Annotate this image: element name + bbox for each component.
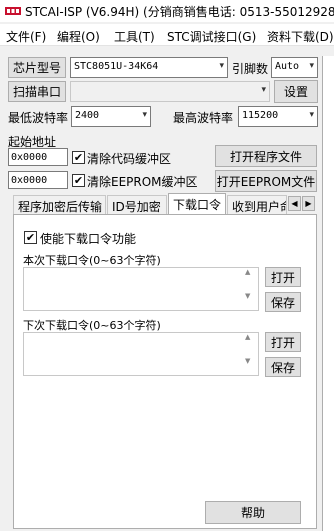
clear-eeprom-buffer-checkbox[interactable]: ✔ [72, 174, 85, 187]
chevron-down-icon: ▾ [142, 110, 147, 120]
clear-code-buffer-checkbox[interactable]: ✔ [72, 151, 85, 164]
current-password-input[interactable] [23, 267, 259, 311]
min-baud-label: 最低波特率 [8, 111, 69, 125]
next-open-button[interactable]: 打开 [265, 332, 301, 352]
chip-model-label[interactable]: 芯片型号 [8, 57, 66, 78]
pin-count-select[interactable]: Auto ▾ [271, 57, 318, 78]
window-title: STCAI-ISP (V6.94H) (分销商销售电话: 0513-550129… [25, 5, 334, 19]
chevron-right-icon: ▶ [305, 199, 312, 208]
eeprom-address-input[interactable]: 0x0000 [8, 171, 68, 189]
chip-model-select[interactable]: STC8051U-34K64 ▾ [70, 57, 228, 78]
tab-encrypted-transfer[interactable]: 程序加密后传输 [13, 195, 106, 215]
tab-download-password[interactable]: 下载口令 [168, 193, 226, 215]
min-baud-value: 2400 [75, 110, 100, 121]
scroll-arrows-icon: ▲ ▼ [245, 268, 251, 300]
min-baud-select[interactable]: 2400 ▾ [71, 106, 151, 127]
menu-file[interactable]: 文件(F) [6, 28, 46, 45]
checkmark-icon: ✔ [25, 231, 36, 244]
scan-port-button[interactable]: 扫描串口 [8, 81, 66, 102]
open-eeprom-file-button[interactable]: 打开EEPROM文件 [215, 170, 317, 192]
current-password-label: 本次下载口令(0~63个字符) [23, 254, 161, 267]
scroll-arrows-icon: ▲ ▼ [245, 333, 251, 365]
enable-password-checkbox[interactable]: ✔ [24, 231, 37, 244]
tab-id-encryption[interactable]: ID号加密 [107, 195, 167, 215]
port-select[interactable]: ▾ [70, 81, 270, 102]
checkmark-icon: ✔ [73, 151, 84, 164]
clear-eeprom-buffer-label: 清除EEPROM缓冲区 [87, 175, 198, 189]
chevron-down-icon: ▾ [219, 61, 224, 71]
next-password-input[interactable] [23, 332, 259, 376]
menu-tools[interactable]: 工具(T) [114, 28, 155, 45]
current-open-button[interactable]: 打开 [265, 267, 301, 287]
next-password-label: 下次下载口令(0~63个字符) [23, 319, 161, 332]
chevron-left-icon: ◀ [291, 199, 298, 208]
help-button[interactable]: 帮助 [205, 501, 301, 524]
checkmark-icon: ✔ [73, 174, 84, 187]
right-pane [322, 56, 334, 531]
tab-user-command[interactable]: 收到用户命令 [227, 195, 287, 215]
tab-scroll-left-button[interactable]: ◀ [288, 196, 301, 211]
enable-password-label: 使能下载口令功能 [40, 232, 137, 246]
max-baud-value: 115200 [242, 110, 279, 121]
open-program-file-button[interactable]: 打开程序文件 [215, 145, 317, 167]
pin-count-value: Auto [275, 61, 300, 72]
settings-button[interactable]: 设置 [274, 80, 318, 103]
next-save-button[interactable]: 保存 [265, 357, 301, 377]
pin-count-label: 引脚数 [232, 62, 269, 76]
chevron-down-icon: ▾ [309, 110, 314, 120]
chevron-down-icon: ▾ [309, 61, 314, 71]
chip-model-value: STC8051U-34K64 [74, 61, 159, 72]
code-address-input[interactable]: 0x0000 [8, 148, 68, 166]
tab-scroll-right-button[interactable]: ▶ [302, 196, 315, 211]
stc-logo-icon [5, 7, 21, 15]
chevron-down-icon: ▾ [261, 85, 266, 95]
max-baud-select[interactable]: 115200 ▾ [238, 106, 318, 127]
menu-program[interactable]: 编程(O) [57, 28, 100, 45]
menu-debug-interface[interactable]: STC调试接口(G) [167, 28, 256, 45]
max-baud-label: 最高波特率 [173, 111, 234, 125]
clear-code-buffer-label: 清除代码缓冲区 [87, 152, 172, 166]
current-save-button[interactable]: 保存 [265, 292, 301, 312]
menu-downloads[interactable]: 资料下载(D) [267, 28, 334, 45]
